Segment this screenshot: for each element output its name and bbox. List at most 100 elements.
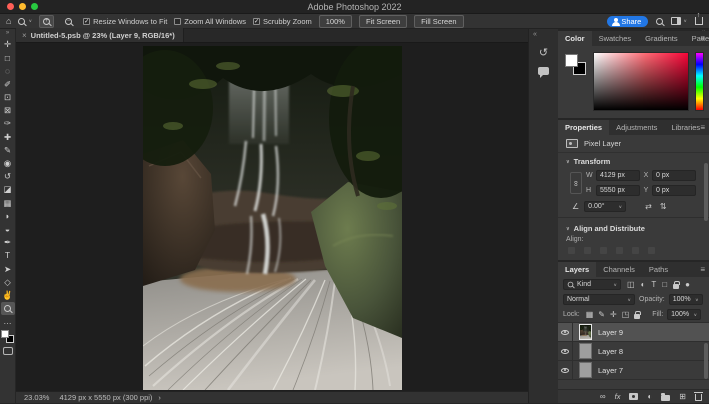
- lock-pixels-icon[interactable]: ✎: [598, 310, 605, 319]
- zoom-percentage[interactable]: 23.03%: [24, 393, 49, 402]
- fit-screen-button[interactable]: Fit Screen: [359, 15, 407, 28]
- zoom-in-button[interactable]: +: [39, 15, 54, 28]
- zoom-tool-active[interactable]: [1, 302, 15, 315]
- x-field[interactable]: 0 px: [652, 170, 696, 181]
- gradient-tool[interactable]: ▦: [1, 196, 15, 209]
- fill-dropdown[interactable]: 100% ∨: [667, 309, 701, 320]
- visibility-toggle[interactable]: [558, 342, 573, 360]
- hue-slider[interactable]: [695, 52, 704, 111]
- link-layers-icon[interactable]: ∞: [600, 392, 606, 401]
- zoom-all-windows-checkbox[interactable]: Zoom All Windows: [174, 17, 246, 26]
- layer-name[interactable]: Layer 9: [598, 328, 623, 337]
- eyedropper-tool[interactable]: ✑: [1, 117, 15, 130]
- panel-menu-icon[interactable]: ≡: [700, 34, 705, 43]
- history-brush-tool[interactable]: ↺: [1, 170, 15, 183]
- foreground-background-swatches[interactable]: [1, 330, 14, 343]
- tab-properties[interactable]: Properties: [558, 120, 609, 135]
- comments-panel-icon[interactable]: [538, 67, 549, 75]
- color-panel-swatches[interactable]: [565, 52, 587, 111]
- pen-tool[interactable]: ✒: [1, 236, 15, 249]
- properties-scrollbar[interactable]: [704, 163, 708, 221]
- status-chevron-icon[interactable]: ›: [158, 393, 161, 402]
- align-buttons[interactable]: [558, 244, 709, 256]
- tab-gradients[interactable]: Gradients: [638, 31, 685, 46]
- rotation-angle-dropdown[interactable]: 0.00° ∨: [584, 201, 626, 212]
- lock-artboard-icon[interactable]: ◳: [622, 310, 630, 319]
- layer-row-layer-8[interactable]: Layer 8: [558, 342, 709, 361]
- quick-selection-tool[interactable]: ✐: [1, 78, 15, 91]
- saturation-brightness-field[interactable]: [593, 52, 689, 111]
- layer-thumbnail[interactable]: [579, 324, 592, 340]
- export-share-icon[interactable]: [695, 17, 703, 25]
- lasso-tool[interactable]: ◌: [1, 64, 15, 77]
- brush-tool[interactable]: ✎: [1, 144, 15, 157]
- layer-effects-icon[interactable]: fx: [615, 392, 621, 401]
- filter-toggle-icon[interactable]: ●: [685, 280, 690, 289]
- eraser-tool[interactable]: ◪: [1, 183, 15, 196]
- align-section-header[interactable]: ∨ Align and Distribute: [558, 220, 709, 235]
- y-field[interactable]: 0 px: [652, 185, 696, 196]
- visibility-toggle[interactable]: [558, 361, 573, 379]
- filter-adjustment-icon[interactable]: ◐: [641, 280, 646, 289]
- lock-position-icon[interactable]: ✛: [610, 310, 617, 319]
- width-field[interactable]: 4129 px: [596, 170, 640, 181]
- layer-name[interactable]: Layer 7: [598, 366, 623, 375]
- tab-adjustments[interactable]: Adjustments: [609, 120, 664, 135]
- layer-row-layer-7[interactable]: Layer 7: [558, 361, 709, 380]
- foreground-color-swatch[interactable]: [1, 330, 9, 338]
- screen-mode-button[interactable]: [3, 347, 13, 355]
- marquee-tool[interactable]: □: [1, 51, 15, 64]
- document-tab[interactable]: × Untitled-5.psb @ 23% (Layer 9, RGB/16*…: [16, 28, 184, 42]
- foreground-color-swatch[interactable]: [565, 54, 578, 67]
- tab-channels[interactable]: Channels: [596, 262, 642, 277]
- crop-tool[interactable]: ⊡: [1, 91, 15, 104]
- add-mask-icon[interactable]: [629, 393, 638, 400]
- transform-section-header[interactable]: ∨ Transform: [558, 153, 709, 168]
- path-select-tool[interactable]: ➤: [1, 262, 15, 275]
- frame-tool[interactable]: ⊠: [1, 104, 15, 117]
- workspace-switcher[interactable]: ∨: [671, 17, 687, 25]
- panel-menu-icon[interactable]: ≡: [700, 265, 705, 274]
- clone-stamp-tool[interactable]: ◉: [1, 157, 15, 170]
- toolbar-collapse-icon[interactable]: »: [6, 30, 9, 36]
- history-panel-icon[interactable]: ↺: [539, 46, 548, 59]
- panel-menu-icon[interactable]: ≡: [700, 123, 705, 132]
- height-field[interactable]: 5550 px: [596, 185, 640, 196]
- delete-layer-icon[interactable]: [695, 394, 702, 401]
- tab-layers[interactable]: Layers: [558, 262, 596, 277]
- checkbox-box[interactable]: ✓: [253, 18, 260, 25]
- tab-color[interactable]: Color: [558, 31, 592, 46]
- link-dimensions-icon[interactable]: ∞: [570, 172, 582, 194]
- checkbox-box[interactable]: [174, 18, 181, 25]
- move-tool[interactable]: ✛: [1, 38, 15, 51]
- dodge-tool[interactable]: ◒: [1, 223, 15, 236]
- visibility-toggle[interactable]: [558, 323, 573, 341]
- zoom-100-button[interactable]: 100%: [319, 15, 352, 28]
- layer-thumbnail[interactable]: [579, 343, 592, 359]
- lock-all-icon[interactable]: [634, 314, 640, 319]
- dock-collapse-icon[interactable]: «: [533, 31, 537, 38]
- checkbox-box[interactable]: ✓: [83, 18, 90, 25]
- healing-brush-tool[interactable]: ✚: [1, 130, 15, 143]
- new-group-icon[interactable]: [661, 395, 670, 401]
- layers-scrollbar[interactable]: [704, 343, 708, 379]
- filter-image-icon[interactable]: ◫: [627, 280, 635, 289]
- canvas-pasteboard[interactable]: [16, 43, 528, 391]
- shape-tool[interactable]: ◇: [1, 275, 15, 288]
- lock-transparency-icon[interactable]: ▦: [586, 310, 594, 319]
- home-icon[interactable]: ⌂: [6, 17, 11, 26]
- layer-thumbnail[interactable]: [579, 362, 592, 378]
- flip-vertical-icon[interactable]: ⇅: [660, 202, 667, 211]
- opacity-dropdown[interactable]: 100% ∨: [669, 294, 703, 305]
- hand-tool[interactable]: ✌: [1, 289, 15, 302]
- blur-tool[interactable]: ◗: [1, 209, 15, 222]
- layer-name[interactable]: Layer 8: [598, 347, 623, 356]
- blend-mode-dropdown[interactable]: Normal ∨: [563, 294, 635, 305]
- fill-screen-button[interactable]: Fill Screen: [414, 15, 463, 28]
- close-icon[interactable]: ×: [22, 31, 27, 40]
- zoom-out-button[interactable]: −: [61, 15, 76, 28]
- filter-shape-icon[interactable]: □: [662, 280, 667, 289]
- tab-swatches[interactable]: Swatches: [592, 31, 639, 46]
- new-layer-icon[interactable]: ⊞: [679, 392, 686, 401]
- filter-type-icon[interactable]: T: [651, 280, 656, 289]
